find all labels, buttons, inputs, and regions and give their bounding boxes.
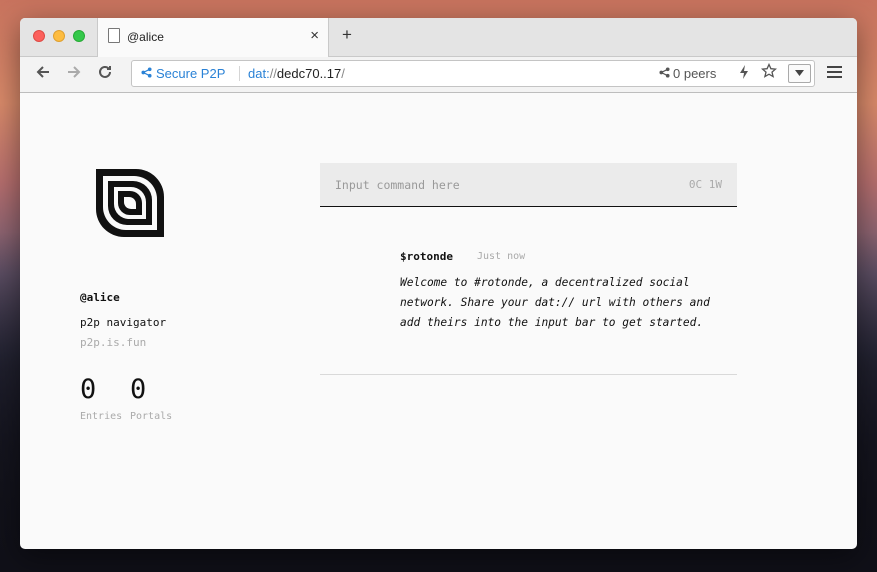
close-window-button[interactable]: [33, 30, 45, 42]
entries-count: 0: [80, 374, 97, 405]
secure-p2p-indicator[interactable]: Secure P2P: [141, 66, 225, 81]
tab-title: @alice: [127, 30, 164, 44]
arrow-right-icon: [68, 66, 81, 78]
chevron-down-icon: [795, 70, 804, 76]
secure-label: Secure P2P: [156, 66, 226, 81]
portals-count: 0: [130, 374, 147, 405]
post-timestamp: Just now: [477, 251, 526, 262]
back-button[interactable]: [35, 64, 51, 85]
url-slashes: //: [269, 66, 277, 81]
tab-alice[interactable]: @alice ×: [97, 18, 329, 57]
share-icon: [141, 67, 152, 78]
url-text[interactable]: dat://dedc70..17/: [248, 66, 345, 81]
command-placeholder: Input command here: [335, 178, 460, 192]
url-bar[interactable]: Secure P2P dat://dedc70..17/ 0 peers: [131, 60, 815, 87]
reload-icon: [99, 65, 111, 78]
entries-label: Entries: [80, 411, 123, 422]
document-icon: [108, 28, 120, 43]
url-separator: [239, 66, 240, 81]
arrow-left-icon: [36, 66, 49, 78]
menu-button[interactable]: [827, 64, 842, 84]
command-counter: 0C 1W: [688, 178, 722, 191]
share-icon: [659, 67, 670, 78]
navigation-bar: Secure P2P dat://dedc70..17/ 0 peers: [20, 57, 857, 93]
bolt-icon[interactable]: [738, 64, 750, 84]
close-tab-icon[interactable]: ×: [310, 27, 319, 44]
rotonde-logo: [96, 169, 164, 241]
browser-window: @alice × + Secure P2P dat://dedc70..17/ …: [20, 18, 857, 549]
new-tab-button[interactable]: +: [342, 25, 352, 45]
post-body: Welcome to #rotonde, a decentralized soc…: [400, 276, 710, 329]
profile-name: @alice: [80, 291, 120, 304]
url-trail: /: [341, 66, 345, 81]
window-controls: [33, 30, 85, 42]
zoom-window-button[interactable]: [73, 30, 85, 42]
reload-button[interactable]: [97, 64, 113, 85]
portals-label: Portals: [130, 411, 173, 422]
url-host: dedc70..17: [276, 66, 342, 81]
minimize-window-button[interactable]: [53, 30, 65, 42]
divider: [320, 374, 737, 375]
star-icon[interactable]: [760, 62, 778, 84]
forward-button[interactable]: [66, 64, 82, 85]
profile-site[interactable]: p2p.is.fun: [80, 336, 146, 349]
url-protocol: dat:: [248, 66, 270, 81]
peers-count: 0 peers: [673, 66, 717, 81]
post-author[interactable]: $rotonde: [400, 250, 453, 263]
url-dropdown-button[interactable]: [788, 64, 811, 83]
hamburger-icon: [827, 66, 842, 78]
command-input[interactable]: Input command here 0C 1W: [320, 163, 737, 207]
page-content: @alice p2p navigator p2p.is.fun 0 0 Entr…: [20, 93, 857, 549]
peers-indicator[interactable]: 0 peers: [659, 66, 716, 81]
tab-bar: @alice × +: [20, 18, 857, 57]
profile-description: p2p navigator: [80, 316, 167, 329]
